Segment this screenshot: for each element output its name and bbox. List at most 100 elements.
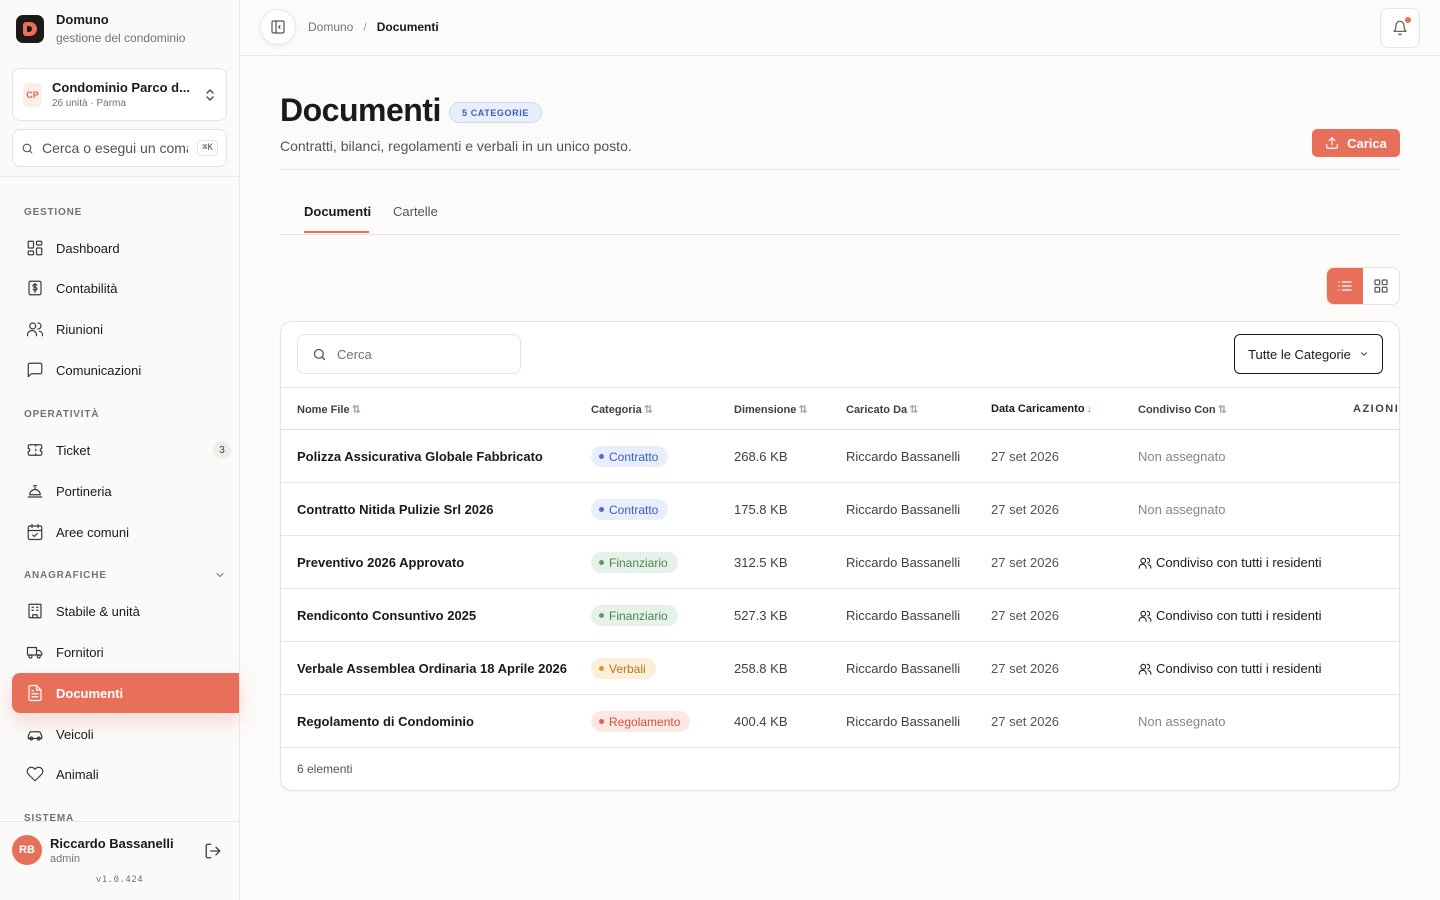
logout-icon[interactable] xyxy=(204,842,222,860)
file-text-icon xyxy=(28,684,42,702)
sidebar-item-fornitori[interactable]: Fornitori xyxy=(12,632,239,672)
sidebar-item-riunioni[interactable]: Riunioni xyxy=(12,309,239,349)
category-filter-select[interactable]: Tutte le Categorie xyxy=(1234,334,1383,374)
page-subtitle: Contratti, bilanci, regolamenti e verbal… xyxy=(280,138,632,154)
section-operativita: OPERATIVITÀ xyxy=(24,409,100,420)
sort-desc-icon: ↓ xyxy=(1086,403,1093,415)
table-search-input[interactable]: Cerca xyxy=(297,334,521,374)
sidebar-item-documenti[interactable]: Documenti xyxy=(12,673,239,713)
breadcrumb-parent[interactable]: Domuno xyxy=(308,20,353,34)
category-label: Finanziario xyxy=(609,608,668,623)
sidebar-item-label: Comunicazioni xyxy=(56,362,142,378)
list-view-button[interactable] xyxy=(1327,268,1363,304)
category-dot xyxy=(599,666,604,671)
heart-icon xyxy=(26,766,44,782)
sidebar-item-contabilita[interactable]: Contabilità xyxy=(12,268,239,308)
table-row[interactable]: Regolamento di Condominio Regolamento 400.… xyxy=(281,695,1399,748)
sidebar-item-stabile[interactable]: Stabile & unità xyxy=(12,591,239,631)
sidebar-item-label: Ticket xyxy=(56,442,91,458)
building-icon xyxy=(28,603,42,619)
shared-with: Condiviso con tutti i residenti xyxy=(1138,661,1321,676)
uploaded-by: Riccardo Bassanelli xyxy=(846,608,961,623)
column-header-uploaded-by[interactable]: Caricato Da ⇅ xyxy=(846,403,919,417)
upload-button[interactable]: Carica xyxy=(1312,129,1400,157)
user-panel: RB Riccardo Bassanelli admin v1.0.424 xyxy=(0,821,239,900)
building-meta: 26 unità · Parma xyxy=(52,98,126,109)
table-row[interactable]: Verbale Assemblea Ordinaria 18 Aprile 20… xyxy=(281,642,1399,695)
ticket-count-badge: 3 xyxy=(213,441,231,459)
file-name[interactable]: Rendiconto Consuntivo 2025 xyxy=(297,608,476,623)
upload-date: 27 set 2026 xyxy=(991,555,1059,570)
category-badge: Contratto xyxy=(591,446,669,467)
shared-label: Condiviso con tutti i residenti xyxy=(1156,661,1322,676)
calendar-check-icon xyxy=(27,523,43,541)
file-name[interactable]: Regolamento di Condominio xyxy=(297,714,474,729)
table-row[interactable]: Rendiconto Consuntivo 2025 Finanziario 527… xyxy=(281,589,1399,642)
breadcrumb-separator: / xyxy=(363,20,367,34)
uploaded-by: Riccardo Bassanelli xyxy=(846,661,961,676)
command-search[interactable]: Cerca o esegui un comando ⌘K xyxy=(12,129,227,167)
tab-documenti[interactable]: Documenti xyxy=(304,204,371,219)
category-label: Contratto xyxy=(609,502,659,517)
category-dot xyxy=(599,560,604,565)
sort-icon: ⇅ xyxy=(798,404,808,416)
file-name[interactable]: Polizza Assicurativa Globale Fabbricato xyxy=(297,449,543,464)
chevron-down-icon[interactable] xyxy=(214,569,226,581)
shared-label: Condiviso con tutti i residenti xyxy=(1156,608,1322,623)
active-tab-indicator xyxy=(304,231,369,233)
sidebar-item-animali[interactable]: Animali xyxy=(12,754,239,794)
category-dot xyxy=(599,719,604,724)
sidebar-item-aree-comuni[interactable]: Aree comuni xyxy=(12,512,239,552)
sidebar-item-comunicazioni[interactable]: Comunicazioni xyxy=(12,350,239,390)
column-header-actions: AZIONI xyxy=(1353,403,1400,415)
sidebar-toggle-button[interactable] xyxy=(260,9,296,45)
table-row[interactable]: Polizza Assicurativa Globale Fabbricato C… xyxy=(281,430,1399,483)
sort-icon: ⇅ xyxy=(351,404,361,416)
chevron-up-down-icon xyxy=(204,88,216,102)
file-name[interactable]: Verbale Assemblea Ordinaria 18 Aprile 20… xyxy=(297,661,567,676)
shared-label: Non assegnato xyxy=(1138,714,1226,729)
grid-view-button[interactable] xyxy=(1363,268,1399,304)
sort-icon: ⇅ xyxy=(909,404,919,416)
sidebar-item-portineria[interactable]: Portineria xyxy=(12,471,239,511)
shared-with: Non assegnato xyxy=(1138,449,1225,464)
shared-with: Condiviso con tutti i residenti xyxy=(1138,555,1321,570)
users-icon xyxy=(1138,557,1152,569)
shared-label: Condiviso con tutti i residenti xyxy=(1156,555,1322,570)
uploaded-by: Riccardo Bassanelli xyxy=(846,555,961,570)
category-badge: Finanziario xyxy=(591,605,678,626)
avatar[interactable]: RB xyxy=(12,835,42,865)
message-square-icon xyxy=(27,362,43,378)
sidebar-item-label: Contabilità xyxy=(56,280,118,296)
table-row[interactable]: Contratto Nitida Pulizie Srl 2026 Contrat… xyxy=(281,483,1399,536)
sidebar-item-label: Portineria xyxy=(56,483,112,499)
column-header-name[interactable]: Nome File ⇅ xyxy=(297,403,361,417)
tab-cartelle[interactable]: Cartelle xyxy=(393,204,438,219)
users-icon xyxy=(26,322,44,337)
file-name[interactable]: Contratto Nitida Pulizie Srl 2026 xyxy=(297,502,494,517)
sidebar-item-veicoli[interactable]: Veicoli xyxy=(12,714,239,754)
app-logo xyxy=(16,14,44,43)
column-header-shared[interactable]: Condiviso Con ⇅ xyxy=(1138,403,1227,417)
column-header-category[interactable]: Categoria ⇅ xyxy=(591,403,653,417)
column-header-date[interactable]: Data Caricamento ↓ xyxy=(991,403,1092,415)
table-row[interactable]: Preventivo 2026 Approvato Finanziario 312.… xyxy=(281,536,1399,589)
ticket-icon xyxy=(27,444,43,456)
sidebar-item-ticket[interactable]: Ticket 3 xyxy=(12,430,239,470)
file-name[interactable]: Preventivo 2026 Approvato xyxy=(297,555,464,570)
column-header-size[interactable]: Dimensione ⇅ xyxy=(734,403,808,417)
brand[interactable]: Domuno gestione del condominio xyxy=(16,12,185,45)
truck-icon xyxy=(26,646,43,659)
section-gestione: GESTIONE xyxy=(24,207,83,218)
sidebar-item-dashboard[interactable]: Dashboard xyxy=(12,228,239,268)
notifications-button[interactable] xyxy=(1380,8,1420,48)
sidebar-item-label: Riunioni xyxy=(56,321,103,337)
app-subtitle: gestione del condominio xyxy=(56,31,186,45)
sort-icon: ⇅ xyxy=(643,404,653,416)
command-placeholder: Cerca o esegui un comando xyxy=(42,140,188,156)
upload-date: 27 set 2026 xyxy=(991,661,1059,676)
building-selector[interactable]: CP Condominio Parco d... 26 unità · Parm… xyxy=(12,68,227,121)
category-badge: Regolamento xyxy=(591,711,691,732)
file-size: 268.6 KB xyxy=(734,449,788,464)
category-badge: Verbali xyxy=(591,658,656,679)
